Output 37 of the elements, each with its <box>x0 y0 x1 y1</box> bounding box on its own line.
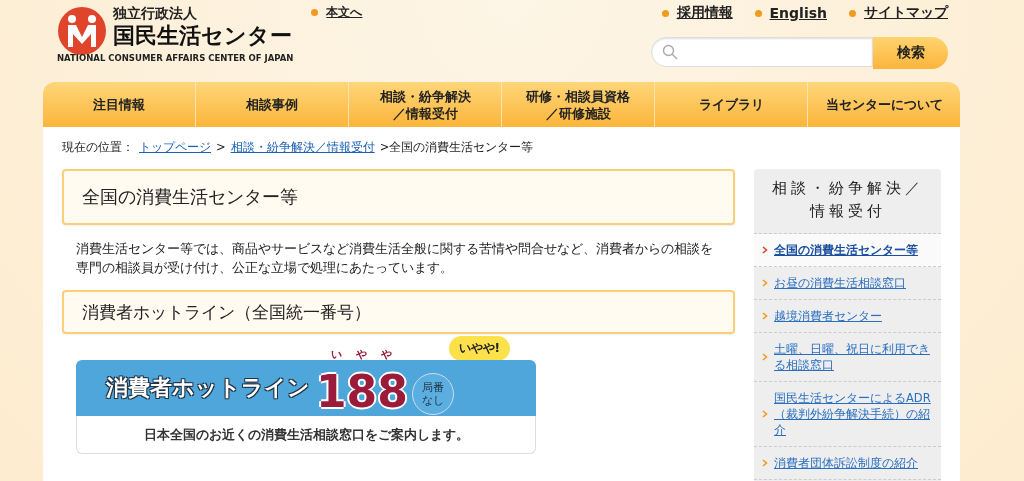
chevron-icon <box>762 353 768 361</box>
sidebar-link[interactable]: 全国の消費生活センター等 <box>754 234 941 267</box>
chevron-icon <box>762 312 768 320</box>
utility-link[interactable]: サイトマップ <box>864 4 948 22</box>
hotline-banner[interactable]: いやや! 消費者ホットライン い や や 188 局番 なし 日本全国のお近くの消費生活相談窓口をご案内します。 <box>76 334 536 454</box>
bullet-icon <box>661 9 669 17</box>
chevron-icon <box>762 279 768 287</box>
logo-subtitle: 独立行政法人 <box>113 5 198 22</box>
utility-link[interactable]: English <box>769 5 827 21</box>
sidebar-link[interactable]: お昼の消費生活相談窓口 <box>754 267 941 300</box>
sidebar-link[interactable]: 国民生活センターによるADR（裁判外紛争解決手続）の紹介 <box>754 382 941 447</box>
bullet-icon <box>311 8 319 16</box>
search-icon <box>662 44 678 60</box>
search-button[interactable]: 検索 <box>873 37 948 69</box>
breadcrumb-text: 現在の位置： <box>62 139 134 155</box>
breadcrumb-text: >全国の消費生活センター等 <box>379 139 534 155</box>
bullet-icon <box>849 9 856 17</box>
nav-tab[interactable]: 当センターについて <box>808 82 960 127</box>
breadcrumb-link[interactable]: トップページ <box>139 139 211 155</box>
utility-link[interactable]: 採用情報 <box>676 4 733 22</box>
logo-icon <box>57 6 107 56</box>
chevron-icon <box>762 459 768 467</box>
section-title: 消費者ホットライン（全国統一番号） <box>62 290 735 334</box>
sidebar-link[interactable]: 消費者団体訴訟制度の紹介 <box>754 447 941 480</box>
sidebar-link[interactable]: 越境消費者センター <box>754 300 941 333</box>
chevron-icon <box>762 410 768 418</box>
breadcrumb-text: > <box>216 140 226 154</box>
chevron-icon <box>762 246 768 254</box>
sidebar-link[interactable]: 土曜、日曜、祝日に利用できる相談窓口 <box>754 333 941 382</box>
search-field[interactable] <box>651 37 873 67</box>
skip-link[interactable]: 本文へ <box>326 3 363 21</box>
page-title: 全国の消費生活センター等 <box>62 169 735 225</box>
intro-text: 消費生活センター等では、商品やサービスなど消費生活全般に関する苦情や問合せなど、消費者からの相談を専門の相談員が受け付け、公正な立場で処理にあたっています。 <box>76 240 714 277</box>
breadcrumb-link[interactable]: 相談・紛争解決／情報受付 <box>230 139 375 155</box>
logo-english: NATIONAL CONSUMER AFFAIRS CENTER OF JAPAN <box>57 53 294 63</box>
bullet-icon <box>754 9 762 17</box>
logo-title: 国民生活センター <box>113 22 293 50</box>
